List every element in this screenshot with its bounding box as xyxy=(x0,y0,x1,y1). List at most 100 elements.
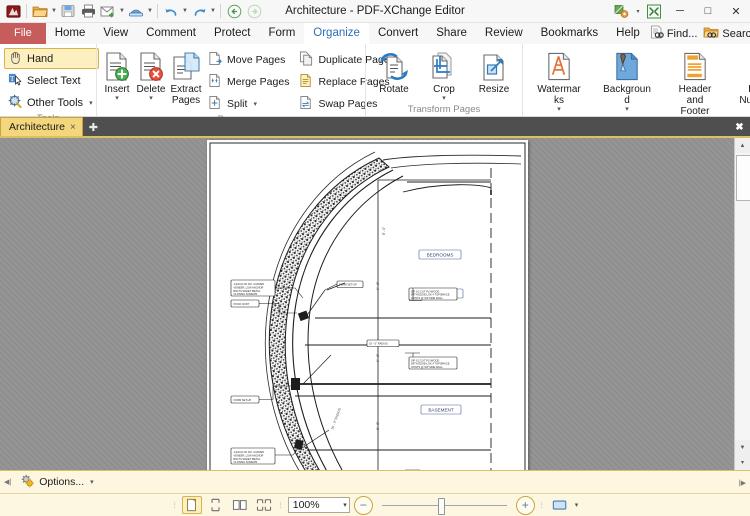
document-tab-architecture[interactable]: Architecture × xyxy=(0,117,83,136)
scroll-up-button[interactable]: ▲ xyxy=(735,138,750,153)
zoom-level-select[interactable]: 100% ▾ xyxy=(287,497,350,513)
ribbon-body: Hand T Select Text Other Tools ▾ Insert … xyxy=(0,44,750,137)
svg-text:8' - 0": 8' - 0" xyxy=(382,227,386,235)
tab-share[interactable]: Share xyxy=(427,23,476,44)
options-button[interactable]: Options... ▾ xyxy=(15,472,98,493)
zoom-slider-track[interactable] xyxy=(381,497,507,515)
fit-page-caret[interactable]: ▾ xyxy=(575,501,579,509)
two-pages-continuous-view-button[interactable] xyxy=(254,496,274,514)
resize-pages-button[interactable]: Resize xyxy=(470,48,518,96)
tab-convert[interactable]: Convert xyxy=(369,23,427,44)
search-button[interactable]: Search... xyxy=(703,25,750,43)
tab-home[interactable]: Home xyxy=(46,23,95,44)
zoom-dropdown-caret[interactable]: ▾ xyxy=(343,501,347,509)
document-tab-strip: Architecture × ✚ ✖ xyxy=(0,117,750,136)
single-page-continuous-view-button[interactable] xyxy=(206,496,226,514)
move-pages-button[interactable]: Move Pages xyxy=(205,49,294,70)
document-canvas[interactable]: 8' - 0" 9' - 0" 9' - 0" 8' - 6" 2' 16' -… xyxy=(0,136,734,470)
header-footer-button[interactable]: Header and Footer xyxy=(663,48,727,118)
move-pages-icon xyxy=(208,51,223,69)
vertical-scrollbar[interactable]: ▲ ▼ ▾ xyxy=(734,136,750,470)
other-tools-button[interactable]: Other Tools ▾ xyxy=(4,92,99,113)
minimize-button[interactable]: ─ xyxy=(666,0,694,22)
pdf-page[interactable]: 8' - 0" 9' - 0" 9' - 0" 8' - 6" 2' 16' -… xyxy=(207,140,528,470)
hand-tool-button[interactable]: Hand xyxy=(4,48,99,69)
zoom-slider-thumb[interactable] xyxy=(437,497,445,515)
zoom-in-button[interactable]: + xyxy=(515,495,535,515)
redo-dropdown-caret[interactable]: ▼ xyxy=(209,1,217,21)
first-page-icon[interactable]: ◀| xyxy=(4,478,11,486)
split-pages-caret[interactable]: ▾ xyxy=(253,100,257,108)
delete-pages-button[interactable]: Delete ▾ xyxy=(135,48,167,104)
background-button[interactable]: Background ▾ xyxy=(595,48,659,115)
single-page-view-button[interactable] xyxy=(181,496,202,514)
customize-caret[interactable]: ▾ xyxy=(634,1,642,21)
split-pages-label: Split xyxy=(227,97,248,110)
options-bar: ◀| Options... ▾ |▶ xyxy=(0,470,750,493)
scan-icon[interactable] xyxy=(126,1,146,21)
customize-quick-access-icon[interactable] xyxy=(612,1,632,21)
other-tools-caret[interactable]: ▾ xyxy=(89,99,93,107)
tab-form[interactable]: Form xyxy=(259,23,304,44)
resize-pages-icon xyxy=(478,50,510,84)
scan-dropdown-caret[interactable]: ▼ xyxy=(146,1,154,21)
fit-page-button[interactable] xyxy=(549,496,571,514)
svg-text:JOINTS @ SIP SIDE WALL: JOINTS @ SIP SIDE WALL xyxy=(411,365,443,369)
new-tab-button[interactable]: ✚ xyxy=(85,119,102,136)
document-tab-close-icon[interactable]: × xyxy=(70,122,76,133)
split-pages-button[interactable]: Split ▾ xyxy=(205,93,294,114)
email-dropdown-caret[interactable]: ▼ xyxy=(118,1,126,21)
close-document-button[interactable]: ✖ xyxy=(731,119,748,136)
duplicate-pages-icon xyxy=(299,51,314,69)
scroll-next-page-button[interactable]: ▾ xyxy=(735,455,750,470)
architectural-drawing: 8' - 0" 9' - 0" 9' - 0" 8' - 6" 2' 16' -… xyxy=(207,140,528,470)
tab-review[interactable]: Review xyxy=(476,23,532,44)
maximize-button[interactable]: □ xyxy=(694,0,722,22)
tab-comment[interactable]: Comment xyxy=(137,23,205,44)
insert-pages-caret[interactable]: ▾ xyxy=(115,95,119,103)
scroll-track[interactable] xyxy=(735,153,750,440)
tab-protect[interactable]: Protect xyxy=(205,23,259,44)
undo-dropdown-caret[interactable]: ▼ xyxy=(181,1,189,21)
print-icon[interactable] xyxy=(78,1,98,21)
pdf-xchange-logo-icon[interactable] xyxy=(3,1,23,21)
fullscreen-icon[interactable] xyxy=(644,1,664,21)
tab-view[interactable]: View xyxy=(94,23,137,44)
merge-pages-button[interactable]: Merge Pages xyxy=(205,71,294,92)
background-caret[interactable]: ▾ xyxy=(625,106,629,114)
open-icon[interactable] xyxy=(30,1,50,21)
insert-pages-button[interactable]: Insert ▾ xyxy=(101,48,133,104)
rotate-pages-icon xyxy=(378,50,410,84)
forward-icon[interactable] xyxy=(244,1,264,21)
crop-pages-button[interactable]: Crop ▾ xyxy=(420,48,468,104)
delete-pages-caret[interactable]: ▾ xyxy=(149,95,153,103)
zoom-out-button[interactable]: − xyxy=(353,495,373,515)
options-caret[interactable]: ▾ xyxy=(90,478,94,486)
tab-bookmarks[interactable]: Bookmarks xyxy=(532,23,608,44)
scroll-down-button[interactable]: ▼ xyxy=(735,440,750,455)
tab-organize[interactable]: Organize xyxy=(304,23,369,44)
zoom-section-grip: ⋮ xyxy=(277,502,284,509)
open-dropdown-caret[interactable]: ▼ xyxy=(50,1,58,21)
watermarks-button[interactable]: Watermarks ▾ xyxy=(527,48,591,115)
scroll-thumb[interactable] xyxy=(736,155,750,201)
two-pages-view-button[interactable] xyxy=(230,496,250,514)
crop-pages-caret[interactable]: ▾ xyxy=(442,95,446,103)
title-bar-right: ▾ ─ □ ✕ xyxy=(612,0,750,22)
select-text-button[interactable]: T Select Text xyxy=(4,70,99,91)
back-icon[interactable] xyxy=(224,1,244,21)
close-button[interactable]: ✕ xyxy=(722,0,750,22)
watermarks-caret[interactable]: ▾ xyxy=(557,106,561,114)
tab-help[interactable]: Help xyxy=(607,23,649,44)
header-footer-icon xyxy=(680,50,711,84)
bates-numbering-button[interactable]: # Bates Numbering ▾ xyxy=(731,48,750,126)
save-icon[interactable] xyxy=(58,1,78,21)
tab-file[interactable]: File xyxy=(0,23,46,44)
extract-pages-button[interactable]: Extract Pages xyxy=(169,48,203,107)
rotate-pages-button[interactable]: Rotate xyxy=(370,48,418,96)
undo-icon[interactable] xyxy=(161,1,181,21)
last-page-icon[interactable]: |▶ xyxy=(739,479,746,487)
redo-icon[interactable] xyxy=(189,1,209,21)
email-icon[interactable] xyxy=(98,1,118,21)
find-button[interactable]: Find... xyxy=(649,25,697,43)
